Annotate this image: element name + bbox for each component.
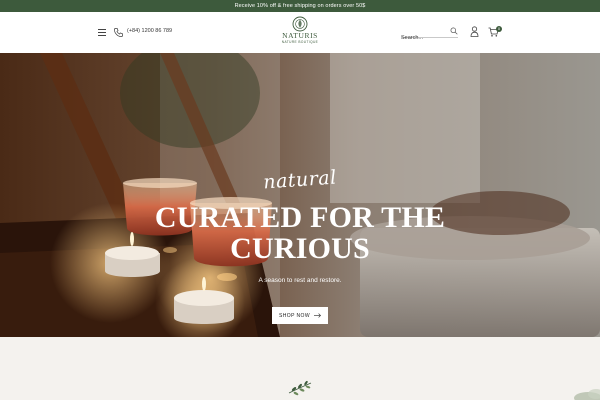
search-icon[interactable] — [450, 27, 458, 35]
user-icon[interactable] — [470, 26, 479, 37]
promo-bar: Receive 10% off & free shipping on order… — [0, 0, 600, 12]
hero-banner: natural CURATED FOR THE CURIOUS A season… — [0, 53, 600, 337]
promo-text: Receive 10% off & free shipping on order… — [234, 3, 366, 9]
site-logo[interactable]: NATURIS NATURE BOUTIQUE — [280, 16, 320, 50]
arrow-right-icon — [313, 313, 321, 318]
hero-subtitle: A season to rest and restore. — [258, 277, 342, 284]
hamburger-menu-icon[interactable] — [98, 29, 106, 36]
sprig-icon — [288, 380, 312, 396]
shop-now-label: SHOP NOW — [279, 312, 310, 319]
cart-count-badge: 0 — [496, 26, 502, 32]
logo-tagline: NATURE BOUTIQUE — [281, 40, 319, 44]
logo-name: NATURIS — [282, 31, 318, 40]
content-section — [0, 337, 600, 400]
site-header: (+84) 1200 86 789 NATURIS NATURE BOUTIQU… — [0, 12, 600, 53]
leaf-decoration-icon — [574, 389, 600, 400]
hero-title: CURATED FOR THE CURIOUS — [0, 202, 600, 264]
hero-title-line-2: CURIOUS — [230, 232, 370, 265]
search-input[interactable] — [401, 33, 447, 43]
shop-now-button[interactable]: SHOP NOW — [272, 307, 328, 324]
search-box — [401, 26, 458, 43]
phone-number[interactable]: (+84) 1200 86 789 — [127, 28, 172, 34]
logo-emblem-icon — [292, 16, 308, 32]
phone-icon — [114, 28, 123, 37]
hero-title-line-1: CURATED FOR THE — [154, 201, 446, 234]
